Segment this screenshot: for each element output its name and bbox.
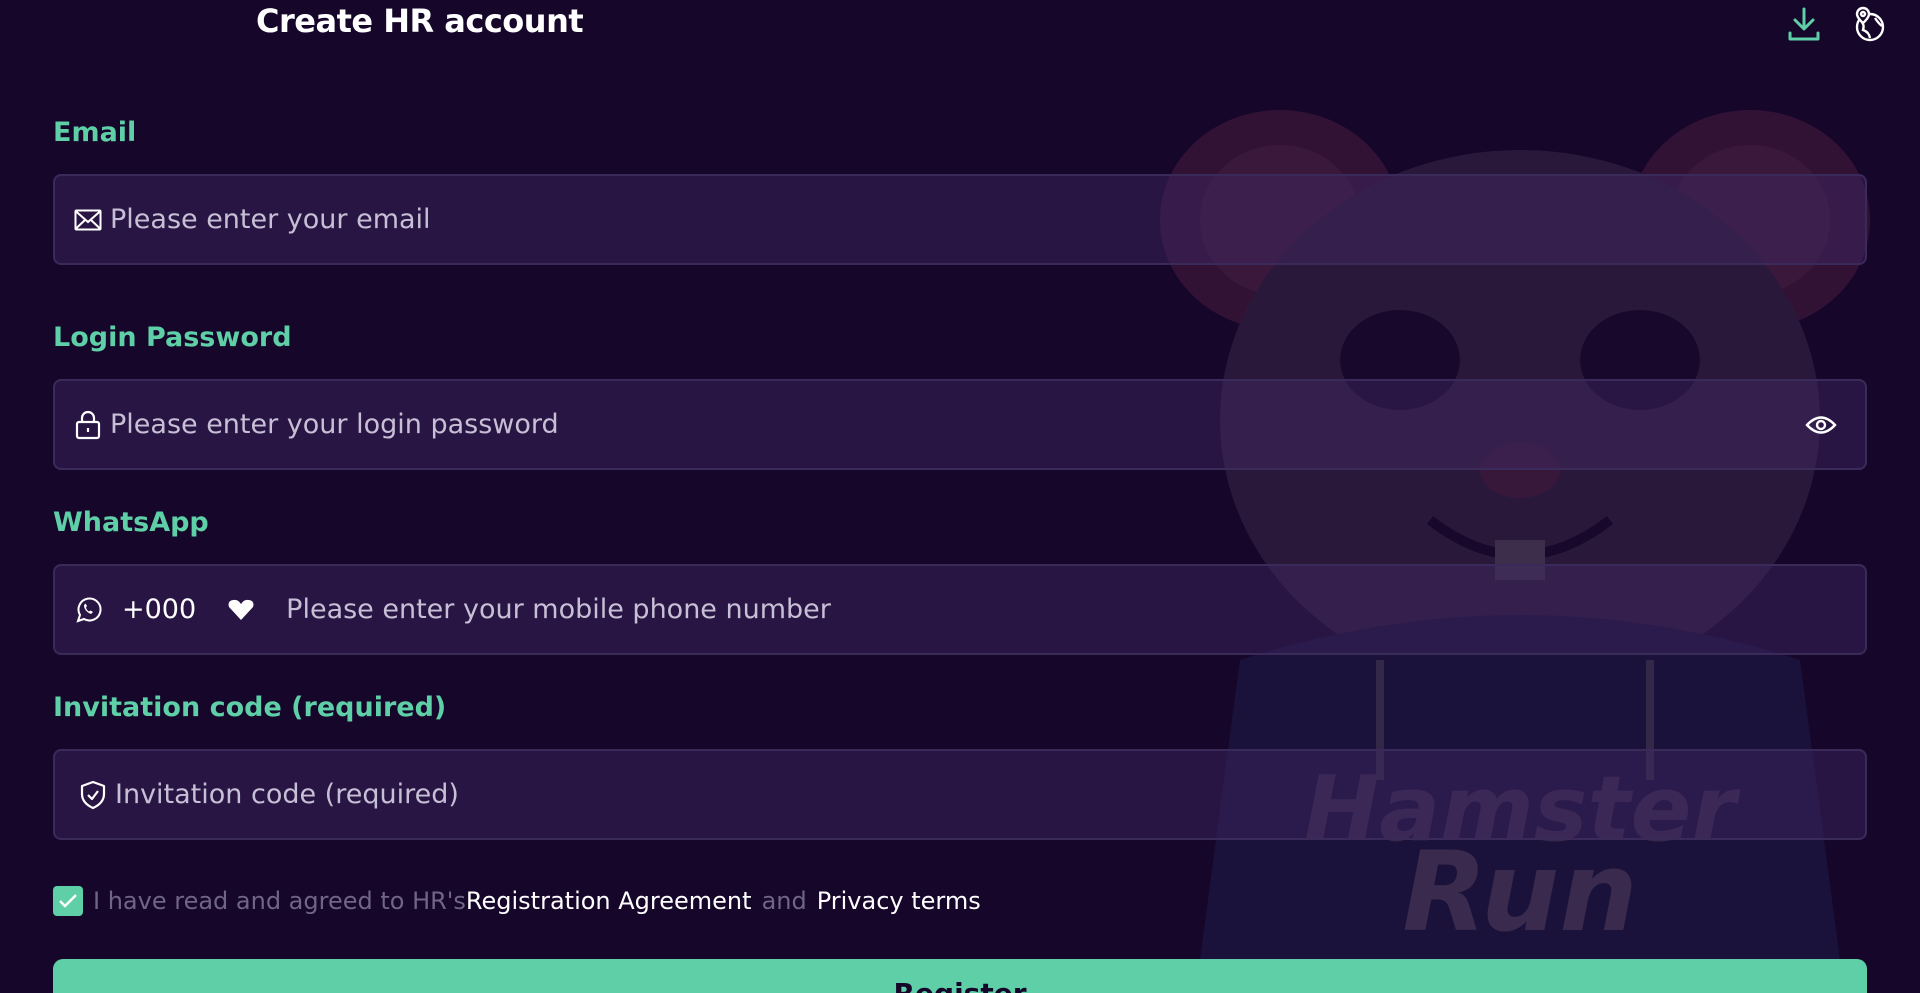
eye-icon[interactable] [1801, 405, 1841, 445]
invitation-field[interactable] [53, 749, 1867, 840]
register-button[interactable]: Register [53, 959, 1867, 993]
mail-icon [72, 204, 104, 236]
page-title: Create HR account [256, 2, 584, 40]
password-field[interactable] [53, 379, 1867, 470]
email-input[interactable] [104, 176, 1865, 263]
invitation-label: Invitation code (required) [53, 692, 447, 723]
agreement-text: I have read and agreed to HR's [93, 887, 466, 915]
agreement-checkbox[interactable] [53, 886, 83, 916]
privacy-terms-link[interactable]: Privacy terms [817, 887, 981, 915]
email-label: Email [53, 117, 137, 148]
lock-icon [72, 409, 104, 441]
invitation-code-input[interactable] [109, 751, 1865, 838]
country-code-selector[interactable]: +000 [122, 594, 196, 625]
shield-check-icon [77, 779, 109, 811]
background-art-text-2: Run [1402, 828, 1637, 956]
agreement-and-text: and [761, 887, 807, 915]
whatsapp-label: WhatsApp [53, 507, 209, 538]
globe-location-icon[interactable] [1849, 4, 1889, 44]
header: Create HR account [0, 0, 1920, 50]
chevron-down-icon[interactable] [226, 595, 256, 625]
agreement-row: I have read and agreed to HR's Registrat… [53, 886, 981, 916]
whatsapp-icon [72, 594, 104, 626]
download-icon[interactable] [1784, 4, 1824, 44]
email-field[interactable] [53, 174, 1867, 265]
password-input[interactable] [104, 381, 1801, 468]
password-label: Login Password [53, 322, 292, 353]
whatsapp-field[interactable]: +000 [53, 564, 1867, 655]
registration-agreement-link[interactable]: Registration Agreement [466, 887, 752, 915]
phone-input[interactable] [280, 566, 1865, 653]
